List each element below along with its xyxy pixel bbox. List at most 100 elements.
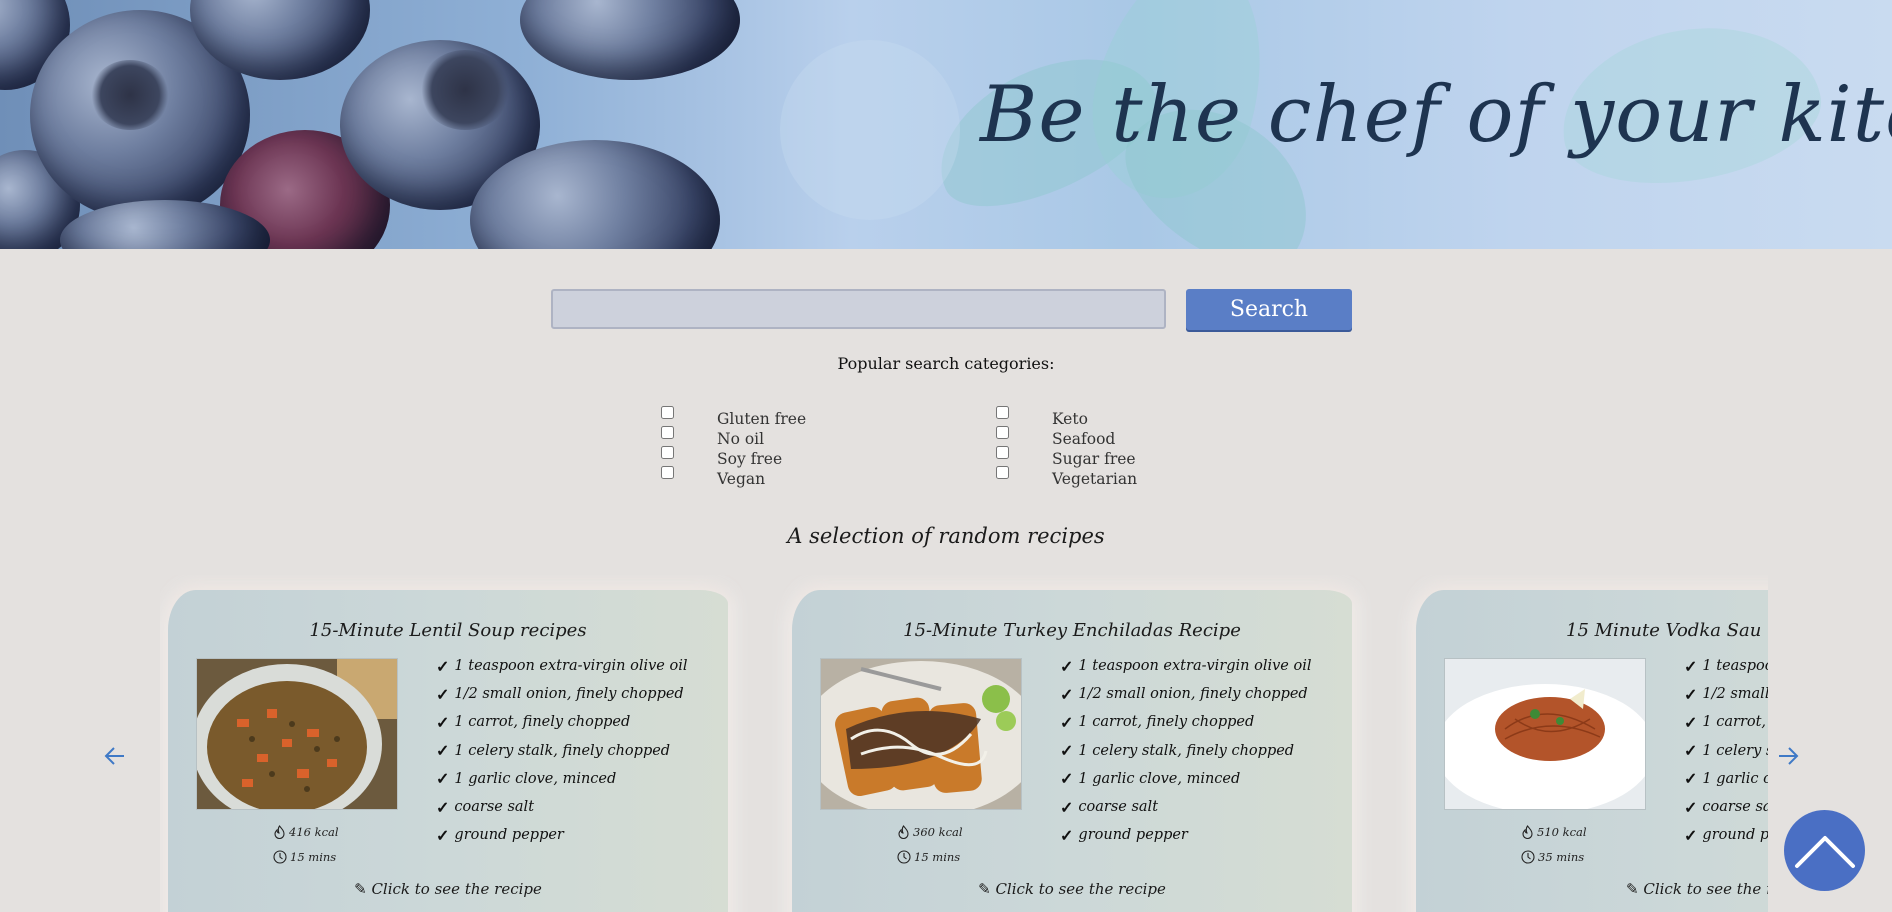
category-checkbox[interactable] bbox=[996, 426, 1009, 439]
ingredient: ✓1 celery st bbox=[1684, 741, 1768, 761]
hero-leaf bbox=[780, 40, 960, 220]
hero-banner: Be the chef of your kitchen! bbox=[0, 0, 1892, 249]
checkmark-icon: ✓ bbox=[436, 797, 450, 817]
ingredient: ✓1 garlic clo bbox=[1684, 769, 1768, 789]
checkmark-icon: ✓ bbox=[436, 741, 450, 761]
checkmark-icon: ✓ bbox=[1060, 684, 1074, 704]
recipe-calories: 416 kcal bbox=[273, 825, 339, 839]
category-label: Sugar free bbox=[1052, 450, 1136, 468]
recipe-title: 15-Minute Turkey Enchiladas Recipe bbox=[903, 620, 1241, 641]
ingredient: ✓1/2 small o bbox=[1684, 684, 1768, 704]
ingredient-list: ✓ 1 teaspoon extra-virgin olive oil ✓ 1/2 … bbox=[436, 652, 688, 849]
category-seafood[interactable]: Seafood bbox=[996, 426, 1115, 448]
category-checkbox[interactable] bbox=[661, 466, 674, 479]
checkmark-icon: ✓ bbox=[1684, 825, 1698, 845]
hero-berry-crown bbox=[90, 60, 170, 130]
recipe-time: 35 mins bbox=[1521, 850, 1584, 864]
category-keto[interactable]: Keto bbox=[996, 406, 1088, 428]
category-checkbox[interactable] bbox=[996, 406, 1009, 419]
checkmark-icon: ✓ bbox=[436, 712, 450, 732]
checkmark-icon: ✓ bbox=[1684, 684, 1698, 704]
ingredient: ✓ 1 celery stalk, finely chopped bbox=[1060, 741, 1295, 761]
recipe-carousel: 15-Minute Lentil Soup recipes ✓ 1 teaspo… bbox=[160, 575, 1768, 912]
category-checkbox[interactable] bbox=[661, 406, 674, 419]
recipe-time: 15 mins bbox=[897, 850, 960, 864]
recipe-card[interactable]: 15-Minute Turkey Enchiladas Recipe ✓ 1 te bbox=[792, 590, 1352, 912]
category-label: Vegetarian bbox=[1052, 470, 1138, 488]
flame-icon bbox=[274, 825, 285, 839]
hero-title: Be the chef of your kitchen! bbox=[980, 70, 1892, 160]
ingredient: ✓ 1 celery stalk, finely chopped bbox=[436, 741, 671, 761]
category-gluten-free[interactable]: Gluten free bbox=[661, 406, 806, 428]
checkmark-icon: ✓ bbox=[1060, 797, 1074, 817]
ingredient: ✓1 teaspoon bbox=[1684, 656, 1768, 676]
category-label: Vegan bbox=[717, 470, 766, 488]
pencil-icon: ✎ bbox=[978, 880, 991, 898]
checkmark-icon: ✓ bbox=[1060, 769, 1074, 789]
checkmark-icon: ✓ bbox=[436, 769, 450, 789]
ingredient: ✓coarse salt bbox=[1684, 797, 1768, 817]
checkmark-icon: ✓ bbox=[1060, 656, 1074, 676]
ingredient: ✓ 1 teaspoon extra-virgin olive oil bbox=[1060, 656, 1312, 676]
recipe-link[interactable]: ✎ Click to see the recipe bbox=[792, 880, 1352, 898]
category-label: Gluten free bbox=[717, 410, 807, 428]
ingredient: ✓ 1 garlic clove, minced bbox=[436, 769, 617, 789]
checkmark-icon: ✓ bbox=[1684, 712, 1698, 732]
category-checkbox[interactable] bbox=[996, 466, 1009, 479]
ingredient-list: ✓ 1 teaspoon extra-virgin olive oil ✓ 1/2 … bbox=[1060, 652, 1312, 849]
flame-icon bbox=[1522, 825, 1533, 839]
checkmark-icon: ✓ bbox=[1060, 825, 1074, 845]
checkmark-icon: ✓ bbox=[436, 684, 450, 704]
ingredient-list: ✓1 teaspoon ✓1/2 small o ✓1 carrot, fi ✓… bbox=[1684, 652, 1768, 849]
carousel-next-button[interactable] bbox=[1774, 742, 1802, 770]
recipe-card[interactable]: 15 Minute Vodka Sau ✓1 teaspoon ✓1/2 sma… bbox=[1416, 590, 1768, 912]
random-recipes-heading: A selection of random recipes bbox=[787, 524, 1105, 548]
recipe-time: 15 mins bbox=[273, 850, 336, 864]
recipe-link[interactable]: ✎ Click to see the recip bbox=[1626, 880, 1768, 898]
category-label: Keto bbox=[1052, 410, 1088, 428]
ingredient: ✓ 1 teaspoon extra-virgin olive oil bbox=[436, 656, 688, 676]
popular-categories-heading: Popular search categories: bbox=[837, 354, 1055, 373]
recipe-photo-lentil-soup bbox=[196, 658, 398, 810]
checkmark-icon: ✓ bbox=[436, 656, 450, 676]
flame-icon bbox=[898, 825, 909, 839]
hero-berry bbox=[520, 0, 740, 80]
category-checkbox[interactable] bbox=[661, 446, 674, 459]
hero-berry-crown bbox=[420, 50, 510, 130]
search-button[interactable]: Search bbox=[1186, 289, 1352, 330]
ingredient: ✓ ground pepper bbox=[436, 825, 564, 845]
carousel-prev-button[interactable] bbox=[101, 742, 129, 770]
category-soy-free[interactable]: Soy free bbox=[661, 446, 782, 468]
checkmark-icon: ✓ bbox=[1684, 797, 1698, 817]
chevron-up-icon bbox=[1794, 835, 1855, 868]
recipe-link[interactable]: ✎ Click to see the recipe bbox=[168, 880, 728, 898]
ingredient: ✓coarse salt bbox=[1060, 797, 1159, 817]
category-vegan[interactable]: Vegan bbox=[661, 466, 765, 488]
checkmark-icon: ✓ bbox=[436, 825, 450, 845]
checkmark-icon: ✓ bbox=[1684, 741, 1698, 761]
category-checkbox[interactable] bbox=[661, 426, 674, 439]
clock-icon bbox=[897, 850, 911, 864]
ingredient: ✓coarse salt bbox=[436, 797, 535, 817]
pencil-icon: ✎ bbox=[1626, 880, 1639, 898]
arrow-right-icon bbox=[1779, 747, 1799, 765]
category-vegetarian[interactable]: Vegetarian bbox=[996, 466, 1137, 488]
recipe-title: 15 Minute Vodka Sau bbox=[1566, 620, 1762, 641]
checkmark-icon: ✓ bbox=[1684, 769, 1698, 789]
ingredient: ✓ 1/2 small onion, finely chopped bbox=[1060, 684, 1308, 704]
checkmark-icon: ✓ bbox=[1060, 741, 1074, 761]
category-checkbox[interactable] bbox=[996, 446, 1009, 459]
ingredient: ✓ 1 carrot, finely chopped bbox=[436, 712, 631, 732]
scroll-to-top-button[interactable] bbox=[1784, 810, 1865, 891]
recipe-calories: 510 kcal bbox=[1521, 825, 1587, 839]
clock-icon bbox=[1521, 850, 1535, 864]
category-no-oil[interactable]: No oil bbox=[661, 426, 764, 448]
ingredient: ✓ 1 carrot, finely chopped bbox=[1060, 712, 1255, 732]
checkmark-icon: ✓ bbox=[1060, 712, 1074, 732]
recipe-card[interactable]: 15-Minute Lentil Soup recipes ✓ 1 teaspo… bbox=[168, 590, 728, 912]
search-input[interactable] bbox=[551, 289, 1166, 329]
ingredient: ✓ 1/2 small onion, finely chopped bbox=[436, 684, 684, 704]
recipe-photo-vodka-sauce bbox=[1444, 658, 1646, 810]
category-sugar-free[interactable]: Sugar free bbox=[996, 446, 1136, 468]
arrow-left-icon bbox=[104, 747, 124, 765]
